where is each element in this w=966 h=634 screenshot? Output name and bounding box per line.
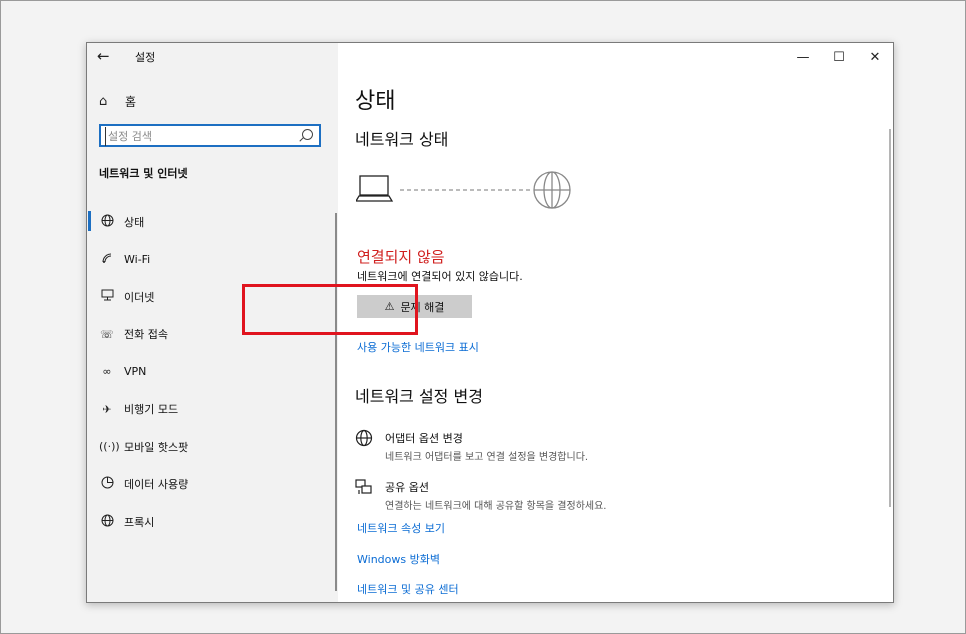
search-icon[interactable]: [302, 129, 313, 140]
network-status-title: 네트워크 상태: [355, 130, 449, 149]
selection-indicator: [88, 474, 91, 494]
show-available-networks-link[interactable]: 사용 가능한 네트워크 표시: [357, 339, 479, 355]
globe-icon: [99, 214, 115, 230]
section-title: 네트워크 및 인터넷: [99, 167, 188, 180]
sidebar-item-hotspot[interactable]: ((·)) 모바일 핫스팟: [87, 428, 335, 466]
sidebar-scrollbar[interactable]: [335, 213, 337, 591]
selection-indicator: [88, 249, 91, 269]
adapter-options-item[interactable]: 어댑터 옵션 변경 네트워크 어댑터를 보고 연결 설정을 변경합니다.: [355, 429, 589, 463]
option-description: 연결하는 네트워크에 대해 공유할 항목을 결정하세요.: [385, 501, 607, 512]
network-sharing-center-link[interactable]: 네트워크 및 공유 센터: [357, 581, 459, 597]
sidebar-item-label: 이더넷: [124, 290, 155, 304]
sidebar-item-label: 상태: [124, 215, 145, 229]
airplane-icon: ✈: [102, 402, 112, 416]
data-usage-icon: [99, 476, 115, 492]
hotspot-icon: ((·)): [99, 440, 120, 454]
sharing-options-item[interactable]: 공유 옵션 연결하는 네트워크에 대해 공유할 항목을 결정하세요.: [355, 479, 606, 512]
sidebar-item-data-usage[interactable]: 데이터 사용량: [87, 466, 335, 504]
sidebar-item-label: VPN: [124, 365, 147, 379]
windows-firewall-link[interactable]: Windows 방화벽: [357, 551, 440, 567]
back-arrow-icon[interactable]: ←: [97, 47, 110, 65]
connection-status: 연결되지 않음: [357, 248, 445, 266]
option-title: 공유 옵션: [385, 481, 429, 494]
sidebar-item-label: 비행기 모드: [124, 403, 179, 417]
home-icon: ⌂: [99, 93, 108, 109]
settings-window: ← 설정 ⌂ 홈 네트워크 및 인터넷 상태: [86, 42, 894, 603]
selection-indicator: [88, 361, 91, 381]
sharing-icon: [355, 478, 377, 512]
sidebar-nav: 상태 Wi-Fi 이더넷 ☏ 전화 접속 ∞ VPN ✈ 비행기 모드 ((·)…: [87, 203, 335, 541]
search-box[interactable]: [99, 124, 321, 147]
sidebar-item-label: 전화 접속: [124, 328, 168, 342]
selection-indicator: [88, 211, 91, 231]
selection-indicator: [88, 511, 91, 531]
wifi-icon: [99, 252, 115, 267]
sidebar-item-airplane[interactable]: ✈ 비행기 모드: [87, 391, 335, 429]
title-bar: ← 설정: [87, 43, 338, 71]
sidebar-item-status[interactable]: 상태: [87, 203, 335, 241]
dialup-icon: ☏: [100, 327, 114, 341]
internet-globe-icon: [533, 171, 571, 209]
adapter-icon: [355, 429, 377, 463]
sidebar-item-vpn[interactable]: ∞ VPN: [87, 353, 335, 391]
network-properties-link[interactable]: 네트워크 속성 보기: [357, 520, 445, 536]
sidebar-item-wifi[interactable]: Wi-Fi: [87, 241, 335, 279]
sidebar-item-label: 프록시: [124, 515, 155, 529]
highlight-annotation-box: [242, 284, 418, 335]
selection-indicator: [88, 399, 91, 419]
selection-indicator: [88, 324, 91, 344]
sidebar-item-label: 모바일 핫스팟: [124, 440, 189, 454]
sidebar-item-label: Wi-Fi: [124, 252, 151, 266]
selection-indicator: [88, 286, 91, 306]
window-title: 설정: [135, 51, 156, 64]
sidebar-item-home[interactable]: ⌂ 홈: [99, 91, 136, 111]
sidebar-item-proxy[interactable]: 프록시: [87, 503, 335, 541]
change-settings-title: 네트워크 설정 변경: [355, 387, 483, 406]
sidebar-item-label: 데이터 사용량: [124, 478, 189, 492]
content-scrollbar[interactable]: [889, 129, 891, 507]
option-title: 어댑터 옵션 변경: [385, 432, 463, 445]
ethernet-icon: [99, 289, 115, 304]
main-content: 상태 네트워크 상태 연결되지 않음 네트워크에 연결되어 있지 않습니다. ⚠…: [338, 43, 893, 602]
vpn-icon: ∞: [102, 365, 112, 379]
option-description: 네트워크 어댑터를 보고 연결 설정을 변경합니다.: [385, 452, 589, 463]
connection-status-description: 네트워크에 연결되어 있지 않습니다.: [357, 270, 523, 283]
laptop-icon: [356, 175, 394, 202]
search-input[interactable]: [105, 127, 300, 146]
network-diagram: [356, 171, 571, 209]
page-title: 상태: [355, 89, 396, 114]
selection-indicator: [88, 436, 91, 456]
home-label: 홈: [125, 94, 137, 109]
proxy-icon: [99, 514, 115, 530]
